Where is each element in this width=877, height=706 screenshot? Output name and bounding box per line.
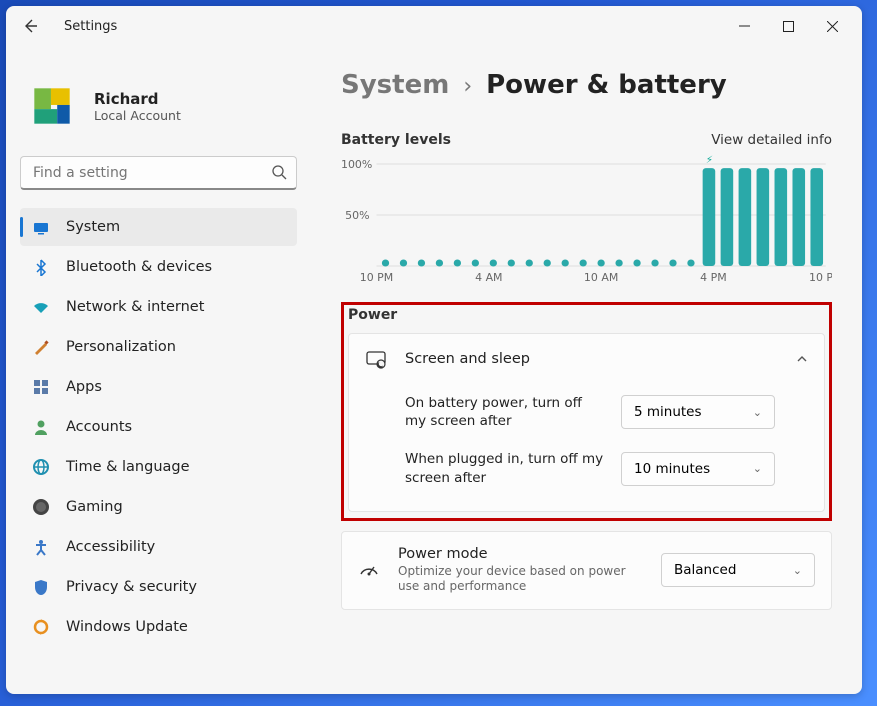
sidebar-item-gaming[interactable]: Gaming bbox=[20, 488, 297, 526]
search-icon bbox=[271, 164, 287, 184]
minimize-button[interactable] bbox=[722, 10, 766, 42]
svg-text:10 PM: 10 PM bbox=[360, 271, 393, 284]
close-icon bbox=[827, 21, 838, 32]
gaming-icon bbox=[32, 498, 50, 516]
nav-label: Windows Update bbox=[66, 619, 188, 635]
battery-chart[interactable]: 100% 50% ⚡ 10 PM 4 AM 10 AM 4 PM 10 PM bbox=[341, 154, 832, 284]
sidebar-item-apps[interactable]: Apps bbox=[20, 368, 297, 406]
nav-label: System bbox=[66, 219, 120, 235]
dropdown-value: 10 minutes bbox=[634, 461, 710, 477]
chevron-down-icon: ⌄ bbox=[753, 406, 762, 419]
settings-window: Settings Richard Local Account Sy bbox=[6, 6, 862, 694]
maximize-icon bbox=[783, 21, 794, 32]
power-section-title: Power bbox=[348, 307, 825, 323]
maximize-button[interactable] bbox=[766, 10, 810, 42]
power-mode-subtitle: Optimize your device based on power use … bbox=[398, 564, 643, 595]
sidebar-item-accessibility[interactable]: Accessibility bbox=[20, 528, 297, 566]
close-button[interactable] bbox=[810, 10, 854, 42]
nav-label: Accessibility bbox=[66, 539, 155, 555]
nav-list: System Bluetooth & devices Network & inter… bbox=[20, 208, 297, 646]
sidebar-item-network-internet[interactable]: Network & internet bbox=[20, 288, 297, 326]
svg-text:10 AM: 10 AM bbox=[584, 271, 618, 284]
avatar bbox=[24, 78, 80, 134]
content-area: System › Power & battery Battery levels … bbox=[311, 46, 862, 694]
brush-icon bbox=[32, 338, 50, 356]
svg-text:50%: 50% bbox=[345, 209, 369, 222]
sidebar-item-bluetooth-devices[interactable]: Bluetooth & devices bbox=[20, 248, 297, 286]
nav-label: Network & internet bbox=[66, 299, 204, 315]
sidebar-item-privacy-security[interactable]: Privacy & security bbox=[20, 568, 297, 606]
battery-screen-off-row: On battery power, turn off my screen aft… bbox=[365, 384, 808, 440]
svg-text:4 PM: 4 PM bbox=[700, 271, 727, 284]
sidebar-item-system[interactable]: System bbox=[20, 208, 297, 246]
user-block[interactable]: Richard Local Account bbox=[20, 62, 297, 156]
back-button[interactable] bbox=[14, 10, 46, 42]
shield-icon bbox=[32, 578, 50, 596]
person-icon bbox=[32, 418, 50, 436]
chevron-right-icon: › bbox=[463, 74, 472, 99]
globe-icon bbox=[32, 458, 50, 476]
svg-text:100%: 100% bbox=[341, 158, 372, 171]
battery-screen-off-dropdown[interactable]: 5 minutes ⌄ bbox=[621, 395, 775, 429]
bluetooth-icon bbox=[32, 258, 50, 276]
nav-label: Gaming bbox=[66, 499, 123, 515]
chevron-down-icon: ⌄ bbox=[793, 564, 802, 577]
accessibility-icon bbox=[32, 538, 50, 556]
nav-label: Accounts bbox=[66, 419, 132, 435]
screen-sleep-card: Screen and sleep On battery power, turn … bbox=[348, 333, 825, 512]
chevron-down-icon: ⌄ bbox=[753, 462, 762, 475]
titlebar: Settings bbox=[6, 6, 862, 46]
power-mode-dropdown[interactable]: Balanced ⌄ bbox=[661, 553, 815, 587]
nav-label: Bluetooth & devices bbox=[66, 259, 212, 275]
back-arrow-icon bbox=[22, 18, 38, 34]
view-detailed-link[interactable]: View detailed info bbox=[711, 132, 832, 148]
power-mode-title: Power mode bbox=[398, 546, 643, 562]
user-type: Local Account bbox=[94, 108, 181, 123]
svg-text:⚡: ⚡ bbox=[706, 155, 713, 166]
nav-label: Personalization bbox=[66, 339, 176, 355]
screen-sleep-header[interactable]: Screen and sleep bbox=[365, 348, 808, 370]
sidebar-item-accounts[interactable]: Accounts bbox=[20, 408, 297, 446]
battery-screen-off-label: On battery power, turn off my screen aft… bbox=[405, 394, 605, 430]
plugged-screen-off-label: When plugged in, turn off my screen afte… bbox=[405, 450, 605, 486]
chevron-up-icon bbox=[796, 350, 808, 369]
screen-sleep-title: Screen and sleep bbox=[405, 351, 778, 367]
sidebar-item-personalization[interactable]: Personalization bbox=[20, 328, 297, 366]
sidebar-item-windows-update[interactable]: Windows Update bbox=[20, 608, 297, 646]
minimize-icon bbox=[739, 21, 750, 32]
breadcrumb-parent[interactable]: System bbox=[341, 70, 449, 100]
page-title: Power & battery bbox=[486, 70, 727, 100]
apps-icon bbox=[32, 378, 50, 396]
power-mode-card: Power mode Optimize your device based on… bbox=[341, 531, 832, 610]
update-icon bbox=[32, 618, 50, 636]
nav-label: Time & language bbox=[66, 459, 190, 475]
svg-text:10 PM: 10 PM bbox=[809, 271, 832, 284]
nav-label: Apps bbox=[66, 379, 102, 395]
plugged-screen-off-dropdown[interactable]: 10 minutes ⌄ bbox=[621, 452, 775, 486]
plugged-screen-off-row: When plugged in, turn off my screen afte… bbox=[365, 440, 808, 496]
svg-text:4 AM: 4 AM bbox=[475, 271, 502, 284]
breadcrumb: System › Power & battery bbox=[341, 70, 832, 100]
battery-levels-title: Battery levels bbox=[341, 132, 451, 148]
gauge-icon bbox=[358, 559, 380, 581]
highlight-callout: Power Screen and sleep On battery power,… bbox=[341, 302, 832, 521]
wifi-icon bbox=[32, 298, 50, 316]
dropdown-value: Balanced bbox=[674, 562, 736, 578]
monitor-icon bbox=[365, 348, 387, 370]
system-icon bbox=[32, 218, 50, 236]
sidebar-item-time-language[interactable]: Time & language bbox=[20, 448, 297, 486]
user-name: Richard bbox=[94, 90, 181, 108]
sidebar: Richard Local Account System Bluetooth & … bbox=[6, 46, 311, 694]
app-title: Settings bbox=[64, 19, 117, 34]
search-input[interactable] bbox=[20, 156, 297, 190]
dropdown-value: 5 minutes bbox=[634, 404, 702, 420]
nav-label: Privacy & security bbox=[66, 579, 197, 595]
